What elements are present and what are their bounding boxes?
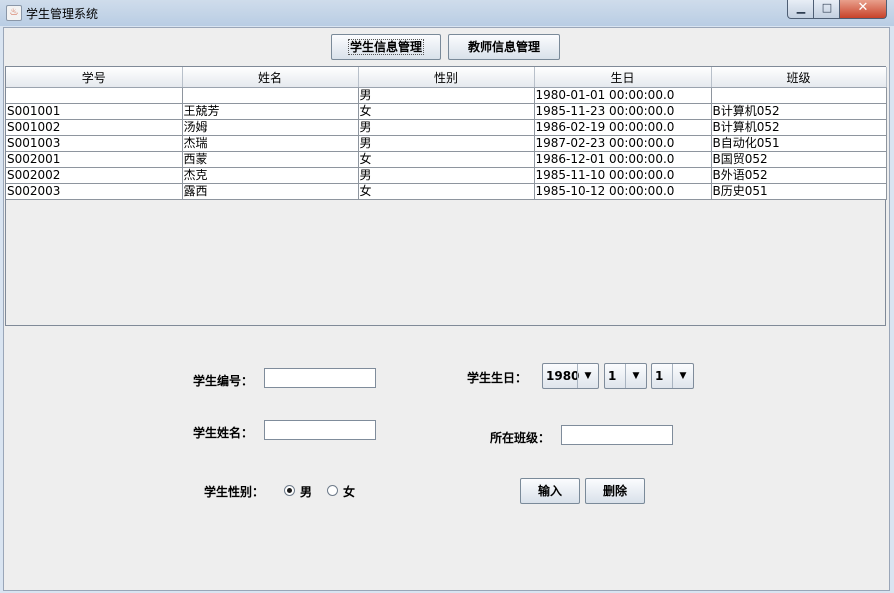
cell-gender[interactable]: 男 (358, 87, 535, 104)
table-row[interactable]: S001002 汤姆男 1986-02-19 00:00:00.0 B计算机052 (6, 119, 887, 136)
gender-female-radio[interactable] (327, 485, 338, 496)
cell-class[interactable]: B计算机052 (711, 119, 887, 136)
cell-class[interactable]: B外语052 (711, 167, 887, 184)
cell-id[interactable]: S002003 (6, 183, 183, 200)
maximize-button[interactable]: □ (813, 0, 841, 19)
window-title: 学生管理系统 (26, 7, 99, 21)
student-gender-label: 学生性别： (204, 485, 265, 499)
cell-name[interactable]: 杰瑞 (182, 135, 359, 152)
column-header-class[interactable]: 班级 (711, 67, 887, 88)
cell-name[interactable]: 露西 (182, 183, 359, 200)
minimize-icon: ▁ (796, 1, 806, 14)
cell-gender[interactable]: 男 (358, 135, 535, 152)
cell-birthday[interactable]: 1986-02-19 00:00:00.0 (534, 119, 712, 136)
cell-id[interactable]: S002002 (6, 167, 183, 184)
student-info-label: 学生信息管理 (347, 39, 425, 55)
cell-class[interactable]: B历史051 (711, 183, 887, 200)
student-table[interactable]: 学号 姓名 性别 生日 班级 男 1980-01-01 00:00:00.0 S00… (6, 67, 887, 200)
cell-birthday[interactable]: 1985-11-10 00:00:00.0 (534, 167, 712, 184)
column-header-id[interactable]: 学号 (6, 67, 183, 88)
cell-birthday[interactable]: 1987-02-23 00:00:00.0 (534, 135, 712, 152)
cell-class[interactable]: B计算机052 (711, 103, 887, 120)
maximize-icon: □ (821, 1, 833, 14)
cell-birthday[interactable]: 1986-12-01 00:00:00.0 (534, 151, 712, 168)
table-row[interactable]: S002003 露西女 1985-10-12 00:00:00.0 B历史051 (6, 183, 887, 200)
gender-male-label: 男 (300, 485, 313, 499)
gender-female-label: 女 (343, 485, 356, 499)
cell-name[interactable]: 西蒙 (182, 151, 359, 168)
birthday-year-value: 1980 (546, 369, 580, 383)
student-birthday-label: 学生生日： (467, 371, 528, 385)
cell-gender[interactable]: 女 (358, 151, 535, 168)
table-row[interactable]: S002002 杰克男 1985-11-10 00:00:00.0 B外语052 (6, 167, 887, 184)
cell-gender[interactable]: 女 (358, 103, 535, 120)
table-row[interactable]: S001003 杰瑞男 1987-02-23 00:00:00.0 B自动化051 (6, 135, 887, 152)
birthday-month-combo[interactable]: 1 ▼ (604, 363, 647, 389)
chevron-down-icon[interactable]: ▼ (672, 364, 693, 388)
birthday-day-combo[interactable]: 1 ▼ (651, 363, 694, 389)
title-bar: ♨ 学生管理系统 ▁ □ ✕ (0, 0, 894, 26)
cell-birthday[interactable]: 1985-10-12 00:00:00.0 (534, 183, 712, 200)
table-header-row: 学号 姓名 性别 生日 班级 (6, 67, 887, 88)
cell-id[interactable]: S002001 (6, 151, 183, 168)
column-header-name[interactable]: 姓名 (182, 67, 359, 88)
student-info-button[interactable]: 学生信息管理 (331, 34, 441, 60)
cell-name[interactable]: 杰克 (182, 167, 359, 184)
column-header-birthday[interactable]: 生日 (534, 67, 712, 88)
cell-class[interactable] (711, 87, 887, 104)
cell-id[interactable] (6, 87, 183, 104)
teacher-info-label: 教师信息管理 (467, 40, 540, 54)
cell-gender[interactable]: 女 (358, 183, 535, 200)
cell-name[interactable]: 汤姆 (182, 119, 359, 136)
table-row[interactable]: S002001 西蒙女 1986-12-01 00:00:00.0 B国贸052 (6, 151, 887, 168)
column-header-gender[interactable]: 性别 (358, 67, 535, 88)
delete-button[interactable]: 删除 (585, 478, 645, 504)
student-name-label: 学生姓名： (193, 426, 254, 440)
cell-birthday[interactable]: 1980-01-01 00:00:00.0 (534, 87, 712, 104)
table-row[interactable]: 男 1980-01-01 00:00:00.0 (6, 87, 887, 104)
cell-id[interactable]: S001001 (6, 103, 183, 120)
class-label: 所在班级： (490, 431, 551, 445)
student-id-label: 学生编号： (193, 374, 254, 388)
cell-id[interactable]: S001003 (6, 135, 183, 152)
cell-class[interactable]: B自动化051 (711, 135, 887, 152)
cell-birthday[interactable]: 1985-11-23 00:00:00.0 (534, 103, 712, 120)
birthday-month-value: 1 (608, 369, 617, 383)
table-row[interactable]: S001001 王兢芳女 1985-11-23 00:00:00.0 B计算机052 (6, 103, 887, 120)
cell-gender[interactable]: 男 (358, 167, 535, 184)
close-button[interactable]: ✕ (839, 0, 887, 19)
teacher-info-button[interactable]: 教师信息管理 (448, 34, 560, 60)
input-button[interactable]: 输入 (520, 478, 580, 504)
cell-id[interactable]: S001002 (6, 119, 183, 136)
cell-name[interactable]: 王兢芳 (182, 103, 359, 120)
minimize-button[interactable]: ▁ (787, 0, 815, 19)
student-id-input[interactable] (264, 368, 376, 388)
java-cup-icon: ♨ (6, 5, 22, 21)
close-icon: ✕ (857, 0, 869, 15)
chevron-down-icon[interactable]: ▼ (577, 364, 598, 388)
birthday-year-combo[interactable]: 1980 ▼ (542, 363, 599, 389)
input-button-label: 输入 (537, 484, 562, 498)
birthday-day-value: 1 (655, 369, 664, 383)
cell-gender[interactable]: 男 (358, 119, 535, 136)
student-name-input[interactable] (264, 420, 376, 440)
class-input[interactable] (561, 425, 673, 445)
cell-class[interactable]: B国贸052 (711, 151, 887, 168)
cell-name[interactable] (182, 87, 359, 104)
gender-male-radio[interactable] (284, 485, 295, 496)
chevron-down-icon[interactable]: ▼ (625, 364, 646, 388)
main-panel: 学生信息管理 教师信息管理 学号 姓名 性别 生日 班级 男 1980-01-01… (3, 27, 890, 591)
student-table-scrollpane[interactable]: 学号 姓名 性别 生日 班级 男 1980-01-01 00:00:00.0 S00… (5, 66, 887, 326)
delete-button-label: 删除 (602, 484, 627, 498)
